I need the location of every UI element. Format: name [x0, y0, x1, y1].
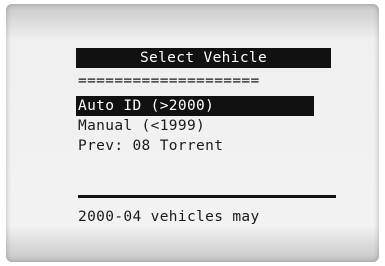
- footer-message: 2000-04 vehicles may: [78, 209, 260, 225]
- title-separator: ====================: [78, 73, 260, 89]
- scanner-lcd-screen: Select Vehicle ==================== Auto…: [6, 4, 379, 262]
- menu-item-manual[interactable]: Manual (<1999): [76, 116, 338, 136]
- menu-item-auto-id[interactable]: Auto ID (>2000): [76, 96, 314, 116]
- screen-title: Select Vehicle: [76, 48, 331, 68]
- menu-item-previous-vehicle[interactable]: Prev: 08 Torrent: [76, 136, 338, 156]
- divider-line: [78, 195, 336, 198]
- vehicle-menu: Auto ID (>2000) Manual (<1999) Prev: 08 …: [76, 96, 338, 156]
